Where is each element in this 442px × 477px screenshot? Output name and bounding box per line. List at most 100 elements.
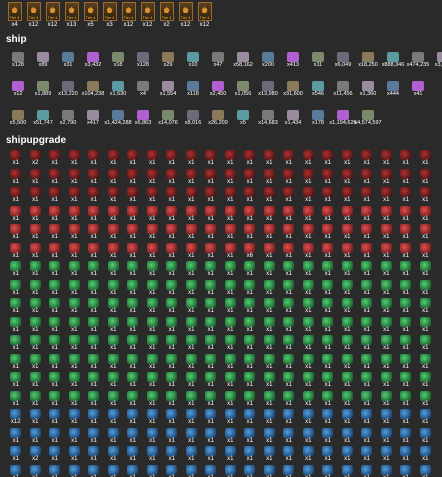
upgrade-item[interactable]: x1 [416, 315, 436, 334]
upgrade-item[interactable]: x1 [104, 333, 124, 352]
upgrade-item[interactable]: x1 [104, 352, 124, 371]
upgrade-item[interactable]: x1 [318, 278, 338, 297]
upgrade-item[interactable]: x1 [201, 148, 221, 167]
ship-item[interactable]: x58,162 [231, 47, 255, 75]
ship-item[interactable]: x1,554 [156, 76, 180, 104]
upgrade-item[interactable]: x1 [396, 204, 416, 223]
upgrade-item[interactable]: x1 [65, 407, 85, 426]
ship-item[interactable]: x89 [31, 47, 55, 75]
upgrade-item[interactable]: x1 [318, 222, 338, 241]
upgrade-item[interactable]: x1 [357, 352, 377, 371]
upgrade-item[interactable]: x1 [416, 296, 436, 315]
ship-item[interactable]: x14,076 [156, 105, 180, 133]
upgrade-item[interactable]: x1 [45, 167, 65, 186]
upgrade-item[interactable]: x1 [279, 333, 299, 352]
upgrade-item[interactable]: x1 [6, 463, 26, 477]
upgrade-item[interactable]: x1 [6, 444, 26, 463]
upgrade-item[interactable]: x1 [221, 259, 241, 278]
upgrade-item[interactable]: x1 [221, 370, 241, 389]
upgrade-item[interactable]: x1 [299, 426, 319, 445]
ship-item[interactable]: x6,863 [131, 105, 155, 133]
ship-item[interactable]: x26,209 [206, 105, 230, 133]
upgrade-item[interactable]: x1 [123, 296, 143, 315]
upgrade-item[interactable]: x1 [84, 352, 104, 371]
upgrade-item[interactable]: x1 [45, 426, 65, 445]
upgrade-item[interactable]: x1 [143, 389, 163, 408]
upgrade-item[interactable]: x1 [182, 315, 202, 334]
upgrade-item[interactable]: x1 [104, 148, 124, 167]
upgrade-item[interactable]: x1 [123, 185, 143, 204]
upgrade-item[interactable]: x1 [84, 370, 104, 389]
upgrade-item[interactable]: x1 [299, 463, 319, 477]
upgrade-item[interactable]: x1 [221, 407, 241, 426]
upgrade-item[interactable]: x1 [84, 148, 104, 167]
upgrade-item[interactable]: x1 [260, 370, 280, 389]
upgrade-item[interactable]: x1 [162, 333, 182, 352]
upgrade-item[interactable]: x1 [260, 444, 280, 463]
upgrade-item[interactable]: x1 [396, 463, 416, 477]
upgrade-item[interactable]: x1 [201, 426, 221, 445]
upgrade-item[interactable]: x12 [6, 407, 26, 426]
upgrade-item[interactable]: x1 [377, 389, 397, 408]
upgrade-item[interactable]: x1 [338, 407, 358, 426]
upgrade-item[interactable]: x1 [221, 444, 241, 463]
upgrade-item[interactable]: x1 [396, 278, 416, 297]
upgrade-item[interactable]: x1 [201, 185, 221, 204]
upgrade-item[interactable]: x1 [260, 463, 280, 477]
upgrade-item[interactable]: x1 [143, 241, 163, 260]
upgrade-item[interactable]: x1 [279, 389, 299, 408]
upgrade-item[interactable]: x1 [143, 222, 163, 241]
upgrade-item[interactable]: x1 [104, 167, 124, 186]
ship-item[interactable]: x18 [106, 47, 130, 75]
upgrade-item[interactable]: x1 [396, 426, 416, 445]
upgrade-item[interactable]: x1 [221, 315, 241, 334]
upgrade-item[interactable]: x1 [123, 167, 143, 186]
tier-item[interactable]: Tier 4 x12 [25, 2, 42, 32]
ship-item[interactable]: x14,683 [256, 105, 280, 133]
ship-item[interactable]: x5 [231, 105, 255, 133]
upgrade-item[interactable]: x1 [26, 370, 46, 389]
upgrade-item[interactable]: x1 [45, 296, 65, 315]
upgrade-item[interactable]: x1 [104, 426, 124, 445]
upgrade-item[interactable]: x1 [84, 278, 104, 297]
upgrade-item[interactable]: x1 [84, 389, 104, 408]
upgrade-item[interactable]: x1 [240, 426, 260, 445]
upgrade-item[interactable]: x1 [396, 333, 416, 352]
upgrade-item[interactable]: x1 [318, 167, 338, 186]
upgrade-item[interactable]: x1 [6, 296, 26, 315]
upgrade-item[interactable]: x1 [201, 407, 221, 426]
ship-item[interactable]: x128 [6, 47, 30, 75]
upgrade-item[interactable]: x1 [357, 370, 377, 389]
upgrade-item[interactable]: x1 [221, 167, 241, 186]
upgrade-item[interactable]: x1 [338, 148, 358, 167]
upgrade-item[interactable]: x1 [123, 426, 143, 445]
upgrade-item[interactable]: x1 [45, 222, 65, 241]
upgrade-item[interactable]: x1 [65, 296, 85, 315]
upgrade-item[interactable]: x1 [143, 370, 163, 389]
upgrade-item[interactable]: x1 [65, 204, 85, 223]
upgrade-item[interactable]: x1 [6, 185, 26, 204]
ship-item[interactable]: x4,574,597 [354, 105, 382, 133]
upgrade-item[interactable]: x1 [26, 463, 46, 477]
upgrade-item[interactable]: x1 [240, 204, 260, 223]
upgrade-item[interactable]: x1 [26, 352, 46, 371]
upgrade-item[interactable]: x1 [162, 389, 182, 408]
upgrade-item[interactable]: x1 [201, 463, 221, 477]
upgrade-item[interactable]: x1 [6, 241, 26, 260]
upgrade-item[interactable]: x1 [240, 278, 260, 297]
upgrade-item[interactable]: x1 [84, 222, 104, 241]
upgrade-item[interactable]: x1 [357, 185, 377, 204]
upgrade-item[interactable]: x1 [6, 278, 26, 297]
upgrade-item[interactable]: x1 [279, 259, 299, 278]
upgrade-item[interactable]: x1 [357, 463, 377, 477]
upgrade-item[interactable]: x1 [84, 204, 104, 223]
upgrade-item[interactable]: x1 [240, 370, 260, 389]
upgrade-item[interactable]: x1 [201, 241, 221, 260]
upgrade-item[interactable]: x1 [143, 204, 163, 223]
upgrade-item[interactable]: x1 [221, 352, 241, 371]
upgrade-item[interactable]: x1 [221, 426, 241, 445]
upgrade-item[interactable]: x1 [416, 352, 436, 371]
upgrade-item[interactable]: x1 [299, 352, 319, 371]
upgrade-item[interactable]: x1 [201, 444, 221, 463]
upgrade-item[interactable]: x1 [260, 352, 280, 371]
